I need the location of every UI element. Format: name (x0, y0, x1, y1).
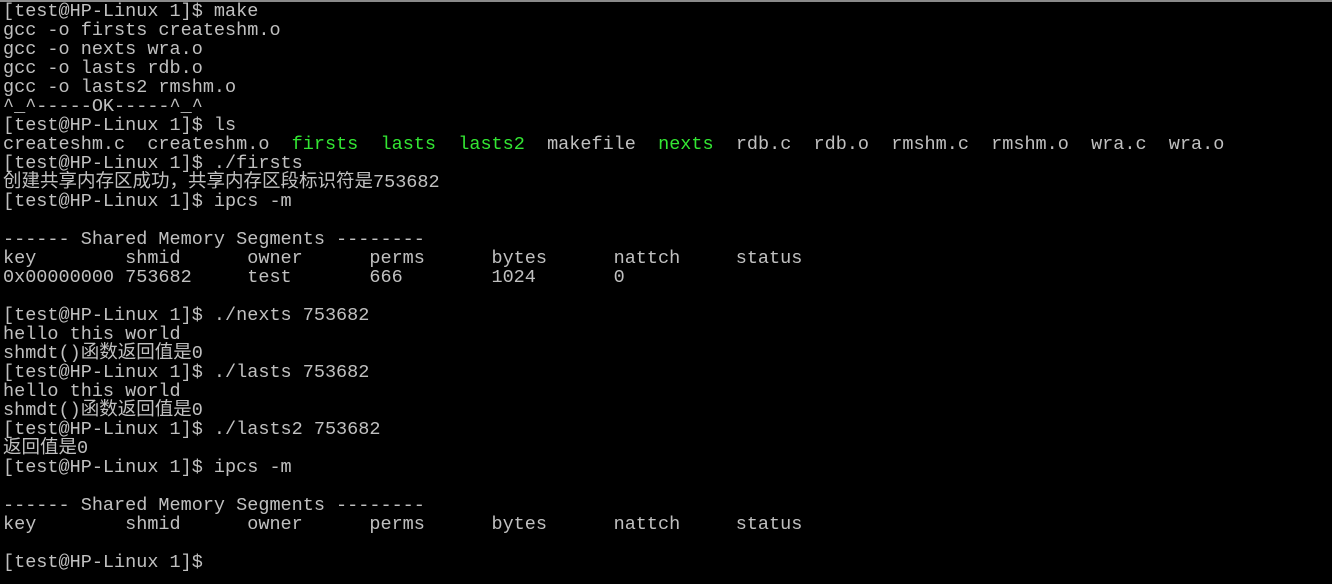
terminal-text: shmdt()函数返回值是0 (3, 343, 203, 364)
terminal-text: gcc -o lasts2 rmshm.o (3, 77, 237, 98)
terminal-text: ------ Shared Memory Segments -------- (3, 495, 425, 516)
terminal-line: [test@HP-Linux 1]$ ./lasts 753682 (3, 363, 1224, 382)
terminal-text: [test@HP-Linux 1]$ ./lasts 753682 (3, 362, 370, 383)
terminal-text: rdb.c rdb.o rmshm.c rmshm.o wra.c wra.o (713, 134, 1225, 155)
terminal-text: createshm.c createshm.o (3, 134, 292, 155)
terminal-text: [test@HP-Linux 1]$ ./firsts (3, 153, 303, 174)
terminal-text: gcc -o firsts createshm.o (3, 20, 281, 41)
terminal-text: [test@HP-Linux 1]$ (3, 552, 214, 573)
terminal-line: gcc -o lasts rdb.o (3, 59, 1224, 78)
terminal-line: ------ Shared Memory Segments -------- (3, 496, 1224, 515)
terminal-line: createshm.c createshm.o firsts lasts las… (3, 135, 1224, 154)
terminal-line: [test@HP-Linux 1]$ ./lasts2 753682 (3, 420, 1224, 439)
terminal-text: [test@HP-Linux 1]$ make (3, 1, 259, 22)
terminal-text: hello this world (3, 381, 181, 402)
terminal-line: 返回值是0 (3, 439, 1224, 458)
executable-file-name: firsts (291, 134, 359, 155)
terminal-line: [test@HP-Linux 1]$ (3, 553, 1224, 572)
terminal-line: [test@HP-Linux 1]$ ./nexts 753682 (3, 306, 1224, 325)
terminal-line: [test@HP-Linux 1]$ ipcs -m (3, 192, 1224, 211)
terminal-line: key shmid owner perms bytes nattch statu… (3, 249, 1224, 268)
terminal-line: gcc -o lasts2 rmshm.o (3, 78, 1224, 97)
terminal-text: ------ Shared Memory Segments -------- (3, 229, 425, 250)
terminal-text: makefile (524, 134, 659, 155)
terminal-line: ^_^-----OK-----^_^ (3, 97, 1224, 116)
terminal-text: gcc -o lasts rdb.o (3, 58, 203, 79)
terminal-line: gcc -o firsts createshm.o (3, 21, 1224, 40)
terminal-text: [test@HP-Linux 1]$ ipcs -m (3, 191, 292, 212)
terminal-text: [test@HP-Linux 1]$ ./nexts 753682 (3, 305, 370, 326)
executable-file-name: lasts2 (458, 134, 525, 155)
terminal-line: shmdt()函数返回值是0 (3, 401, 1224, 420)
terminal-text: ^_^-----OK-----^_^ (3, 96, 203, 117)
terminal-line: [test@HP-Linux 1]$ ./firsts (3, 154, 1224, 173)
terminal-line: 创建共享内存区成功，共享内存区段标识符是753682 (3, 173, 1224, 192)
executable-file-name: nexts (658, 134, 714, 155)
terminal-text: key shmid owner perms bytes nattch statu… (3, 514, 803, 535)
terminal-line: hello this world (3, 382, 1224, 401)
terminal-line: ------ Shared Memory Segments -------- (3, 230, 1224, 249)
terminal-text: 创建共享内存区成功，共享内存区段标识符是753682 (3, 172, 440, 193)
terminal-text: hello this world (3, 324, 181, 345)
terminal-text: [test@HP-Linux 1]$ ./lasts2 753682 (3, 419, 381, 440)
terminal-line: key shmid owner perms bytes nattch statu… (3, 515, 1224, 534)
terminal-text: key shmid owner perms bytes nattch statu… (3, 248, 803, 269)
executable-file-name: lasts (380, 134, 437, 155)
terminal-text: shmdt()函数返回值是0 (3, 400, 203, 421)
terminal-line: gcc -o nexts wra.o (3, 40, 1224, 59)
terminal-line: shmdt()函数返回值是0 (3, 344, 1224, 363)
terminal-text: [test@HP-Linux 1]$ ipcs -m (3, 457, 292, 478)
terminal-text: gcc -o nexts wra.o (3, 39, 203, 60)
terminal-line: 0x00000000 753682 test 666 1024 0 (3, 268, 1224, 287)
terminal-line: [test@HP-Linux 1]$ ls (3, 116, 1224, 135)
terminal-line: [test@HP-Linux 1]$ make (3, 2, 1224, 21)
terminal-text: 0x00000000 753682 test 666 1024 0 (3, 267, 625, 288)
terminal-line: [test@HP-Linux 1]$ ipcs -m (3, 458, 1224, 477)
terminal-line: hello this world (3, 325, 1224, 344)
terminal-output[interactable]: [test@HP-Linux 1]$ make gcc -o firsts cre… (3, 2, 1224, 572)
terminal-text: 返回值是0 (3, 438, 89, 459)
terminal-text: [test@HP-Linux 1]$ ls (3, 115, 237, 136)
